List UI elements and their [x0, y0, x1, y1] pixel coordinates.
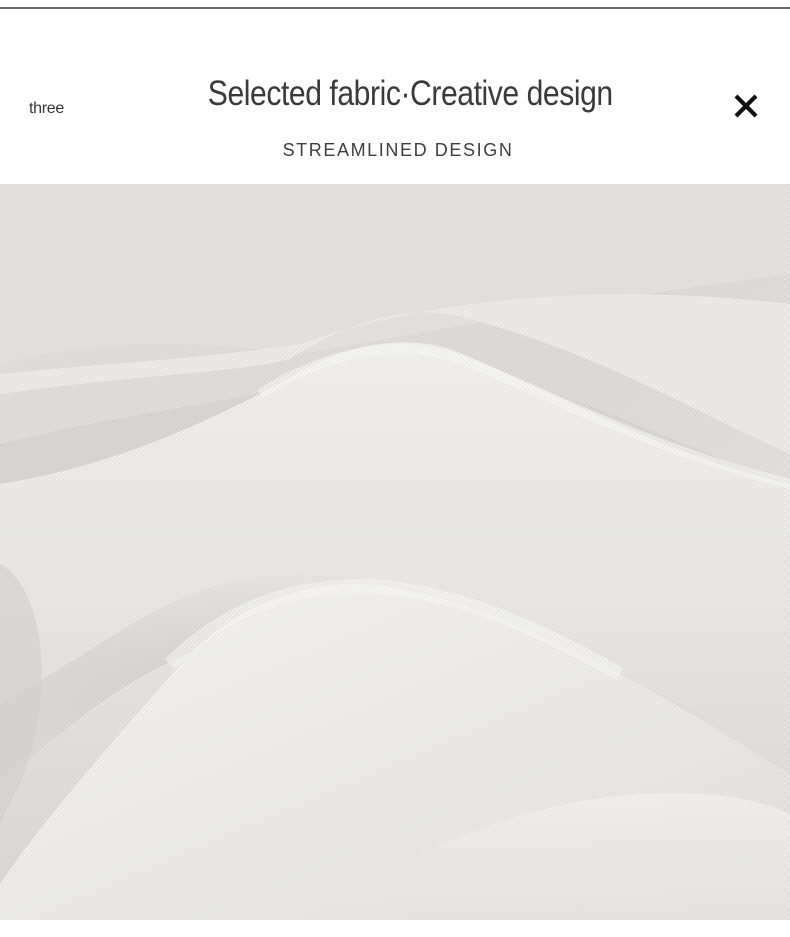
page: three Selected fabric·Creative design ST…: [0, 0, 790, 937]
close-button[interactable]: [728, 88, 764, 124]
bottom-margin: [0, 920, 790, 937]
page-subtitle: STREAMLINED DESIGN: [282, 140, 514, 160]
close-icon: [734, 94, 758, 118]
fabric-photo: [0, 184, 790, 920]
top-divider: [0, 7, 790, 9]
fabric-illustration: [0, 184, 790, 920]
page-title: Selected fabric·Creative design: [207, 74, 613, 113]
